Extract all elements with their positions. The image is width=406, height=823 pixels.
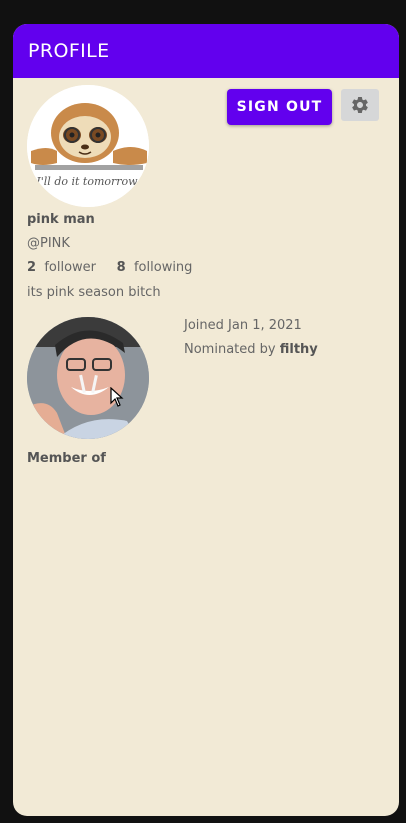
- nominator-link[interactable]: filthy: [280, 342, 318, 357]
- profile-handle: @PINK: [27, 236, 70, 251]
- mouse-cursor-icon: [110, 387, 124, 407]
- sign-out-button[interactable]: SIGN OUT: [227, 89, 332, 125]
- app-bar: PROFILE: [13, 24, 399, 78]
- avatar-caption: I'll do it tomorrow: [35, 175, 138, 188]
- joined-date: Joined Jan 1, 2021: [184, 318, 302, 333]
- settings-button[interactable]: [341, 89, 379, 121]
- app-window: PROFILE I'll do it tomorrow SIGN OUT pin…: [13, 24, 399, 816]
- profile-name: pink man: [27, 212, 95, 227]
- profile-avatar: I'll do it tomorrow: [27, 85, 149, 207]
- member-of-heading: Member of: [27, 451, 106, 466]
- following-label: following: [133, 260, 193, 275]
- profile-bio: its pink season bitch: [27, 285, 161, 300]
- nominated-by: Nominated by filthy: [184, 342, 318, 357]
- followers-label: follower: [44, 260, 96, 275]
- nominated-prefix: Nominated by: [184, 342, 276, 357]
- followers-count: 2: [27, 260, 37, 275]
- page-title: PROFILE: [28, 40, 110, 62]
- gear-icon: [352, 97, 368, 113]
- followers-link[interactable]: 2 follower: [27, 260, 96, 275]
- nominator-avatar: [27, 317, 149, 439]
- follow-stats: 2 follower 8 following: [27, 260, 192, 275]
- following-count: 8: [116, 260, 126, 275]
- following-link[interactable]: 8 following: [117, 260, 193, 275]
